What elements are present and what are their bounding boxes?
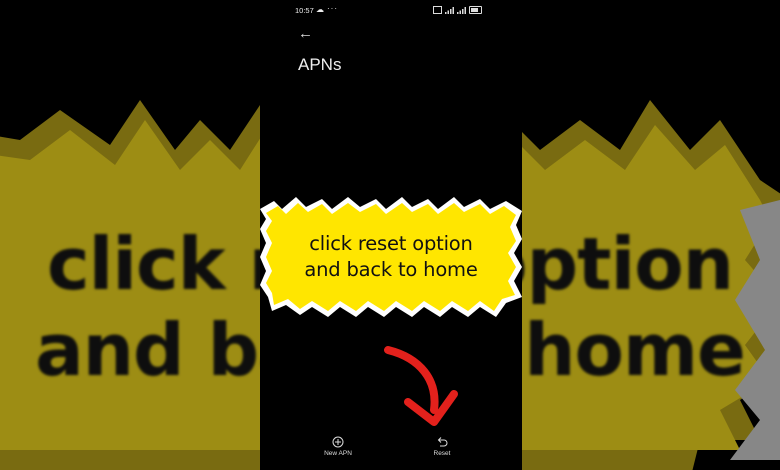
cloud-icon: ☁ — [316, 5, 324, 14]
reset-label: Reset — [433, 450, 451, 457]
bottom-action-bar: New APN Reset — [260, 436, 522, 466]
undo-icon — [437, 437, 448, 447]
instruction-line2: and back to home — [304, 258, 478, 281]
background-right: click reset option and back to home — [522, 0, 780, 470]
background-left: click reset option and back to home — [0, 0, 260, 470]
battery-icon — [469, 6, 482, 14]
instruction-line1: click reset option — [309, 232, 473, 255]
more-notifications-icon: ··· — [327, 4, 338, 13]
status-bar: 10:57 ☁ ··· — [260, 4, 522, 18]
new-apn-label: New APN — [324, 450, 352, 457]
new-apn-button[interactable]: New APN — [308, 436, 368, 457]
red-curved-arrow — [384, 346, 458, 426]
phone-screen: 10:57 ☁ ··· ← APNs click reset option an… — [260, 0, 522, 470]
reset-button[interactable]: Reset — [412, 436, 472, 457]
instruction-text: click reset option and back to home — [260, 231, 522, 283]
signal-icon — [445, 6, 454, 14]
sim-icon — [433, 6, 442, 14]
instruction-sticker: click reset option and back to home — [260, 195, 522, 317]
signal-icon-2 — [457, 6, 466, 14]
status-time: 10:57 — [295, 6, 314, 15]
plus-circle-icon — [332, 436, 344, 448]
page-title: APNs — [298, 55, 342, 74]
status-icons — [433, 6, 482, 14]
back-arrow-icon[interactable]: ← — [298, 25, 313, 42]
